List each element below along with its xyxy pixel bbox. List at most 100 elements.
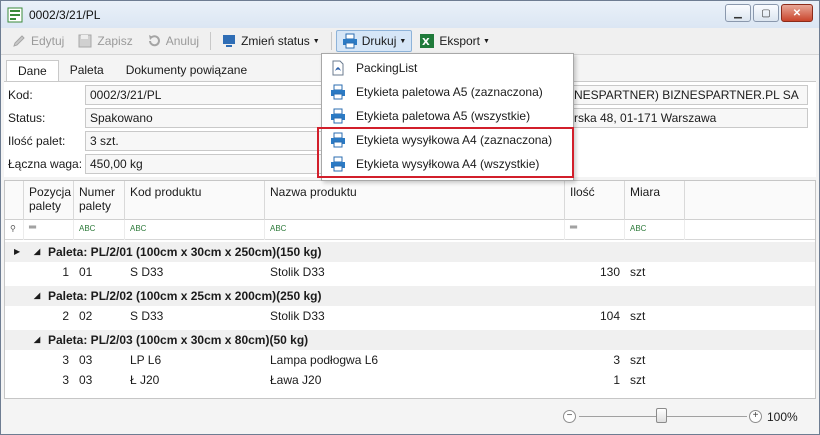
zoom-in-button[interactable]: + bbox=[749, 410, 762, 423]
zoom-slider-thumb[interactable] bbox=[656, 408, 667, 423]
highlight-box bbox=[317, 127, 574, 178]
code-row: Kod: bbox=[8, 85, 88, 105]
filter-product-code[interactable]: ABC bbox=[125, 220, 265, 240]
cell-product-name: Stolik D33 bbox=[270, 265, 325, 279]
export-label: Eksport bbox=[439, 34, 481, 48]
print-button[interactable]: Drukuj ▼ bbox=[335, 30, 413, 52]
filter-pallet-number[interactable]: ABC bbox=[74, 220, 125, 240]
weight-field[interactable]: 450,00 kg bbox=[85, 154, 325, 174]
cell-product-name: Ława J20 bbox=[270, 373, 322, 387]
change-status-label: Zmień status bbox=[241, 34, 310, 48]
cancel-button[interactable]: Anuluj bbox=[140, 30, 205, 52]
cell-product-code: S D33 bbox=[130, 265, 164, 279]
export-button[interactable]: X Eksport ▼ bbox=[413, 30, 496, 52]
filter-product-name[interactable]: ABC bbox=[265, 220, 565, 240]
change-status-button[interactable]: Zmień status ▼ bbox=[215, 30, 326, 52]
code-label: Kod: bbox=[8, 88, 33, 102]
menu-item-label: Etykieta paletowa A5 (zaznaczona) bbox=[356, 85, 543, 99]
printer-icon bbox=[342, 33, 358, 49]
maximize-button[interactable]: ▢ bbox=[753, 4, 779, 22]
cell-unit: szt bbox=[630, 373, 646, 387]
column-header-product-name[interactable]: Nazwa produktu bbox=[265, 181, 565, 220]
group-row[interactable]: ◢ Paleta: PL/2/03 (100cm x 30cm x 80cm)(… bbox=[5, 330, 815, 350]
menu-item-pallet-label-all[interactable]: Etykieta paletowa A5 (wszystkie) bbox=[322, 104, 573, 128]
cell-product-name: Stolik D33 bbox=[270, 309, 325, 323]
cell-pallet-number: 03 bbox=[79, 353, 93, 367]
cell-product-name: Lampa podłogwa L6 bbox=[270, 353, 379, 367]
status-label: Status: bbox=[8, 111, 46, 125]
column-header-quantity[interactable]: Ilość bbox=[565, 181, 625, 220]
cancel-label: Anuluj bbox=[165, 34, 200, 48]
edit-label: Edytuj bbox=[31, 34, 65, 48]
zoom-out-button[interactable]: − bbox=[563, 410, 576, 423]
table-row[interactable]: 3 03 Ł J20 Ława J20 1 szt bbox=[5, 370, 815, 390]
save-label: Zapisz bbox=[97, 34, 133, 48]
address-field[interactable]: rska 48, 01-171 Warszawa bbox=[569, 108, 808, 128]
status-bar: − + 100% bbox=[1, 402, 819, 434]
table-row[interactable]: 3 03 LP L6 Lampa podłogwa L6 3 szt bbox=[5, 350, 815, 370]
pallets-row: Ilość palet: bbox=[8, 131, 88, 151]
cell-quantity: 130 bbox=[599, 265, 620, 279]
edit-button[interactable]: Edytuj bbox=[5, 30, 70, 52]
printer-icon bbox=[330, 108, 346, 124]
tab-dane[interactable]: Dane bbox=[6, 60, 59, 82]
close-icon: ✕ bbox=[792, 7, 802, 19]
toolbar: Edytuj Zapisz Anuluj Zmień status ▼ Druk… bbox=[1, 28, 819, 55]
weight-row: Łączna waga: bbox=[8, 154, 88, 174]
menu-item-pallet-label-selected[interactable]: Etykieta paletowa A5 (zaznaczona) bbox=[322, 80, 573, 104]
cell-quantity: 1 bbox=[613, 373, 620, 387]
table-row[interactable]: 2 02 S D33 Stolik D33 104 szt bbox=[5, 306, 815, 326]
tab-bar: Dane Paleta Dokumenty powiązane bbox=[6, 60, 258, 82]
menu-item-label: PackingList bbox=[356, 61, 418, 75]
group-row[interactable]: ◢ Paleta: PL/2/02 (100cm x 25cm x 200cm)… bbox=[5, 286, 815, 306]
minimize-icon: ▁ bbox=[734, 7, 742, 19]
printer-icon bbox=[330, 84, 346, 100]
filter-unit[interactable]: ABC bbox=[625, 220, 685, 240]
cell-unit: szt bbox=[630, 353, 646, 367]
cell-pallet-number: 01 bbox=[79, 265, 93, 279]
excel-icon: X bbox=[419, 33, 435, 49]
title-bar: 0002/3/21/PL ▁ ▢ ✕ bbox=[1, 1, 819, 28]
filter-position[interactable]: ═ bbox=[24, 220, 74, 240]
column-header-pallet-number[interactable]: Numer palety bbox=[74, 181, 125, 220]
cell-product-code: LP L6 bbox=[130, 353, 162, 367]
chevron-down-icon: ▼ bbox=[483, 37, 490, 45]
cell-position: 3 bbox=[62, 373, 69, 387]
toolbar-separator bbox=[210, 32, 212, 50]
table-row[interactable]: 1 01 S D33 Stolik D33 130 szt bbox=[5, 262, 815, 282]
cell-unit: szt bbox=[630, 309, 646, 323]
pallets-field[interactable]: 3 szt. bbox=[85, 131, 325, 151]
weight-label: Łączna waga: bbox=[8, 157, 83, 171]
pencil-icon bbox=[11, 33, 27, 49]
cell-pallet-number: 03 bbox=[79, 373, 93, 387]
undo-icon bbox=[146, 33, 162, 49]
cell-product-code: Ł J20 bbox=[130, 373, 160, 387]
tab-dokumenty[interactable]: Dokumenty powiązane bbox=[115, 60, 258, 82]
status-icon bbox=[221, 33, 237, 49]
cell-position: 1 bbox=[62, 265, 69, 279]
filter-quantity[interactable]: ═ bbox=[565, 220, 625, 240]
menu-item-packinglist[interactable]: PackingList bbox=[322, 56, 573, 80]
cell-quantity: 104 bbox=[599, 309, 620, 323]
tab-paleta[interactable]: Paleta bbox=[59, 60, 115, 82]
group-label: Paleta: PL/2/03 (100cm x 30cm x 80cm)(50… bbox=[48, 333, 309, 347]
grid-header: Pozycja palety Numer palety Kod produktu… bbox=[5, 181, 815, 220]
menu-item-label: Etykieta paletowa A5 (wszystkie) bbox=[356, 109, 531, 123]
cell-pallet-number: 02 bbox=[79, 309, 93, 323]
column-header-position[interactable]: Pozycja palety bbox=[24, 181, 74, 220]
window-title: 0002/3/21/PL bbox=[29, 7, 101, 22]
code-field[interactable]: 0002/3/21/PL bbox=[85, 85, 325, 105]
close-button[interactable]: ✕ bbox=[781, 4, 813, 22]
cell-position: 3 bbox=[62, 353, 69, 367]
floppy-icon bbox=[77, 33, 93, 49]
column-header-product-code[interactable]: Kod produktu bbox=[125, 181, 265, 220]
status-field[interactable]: Spakowano bbox=[85, 108, 325, 128]
save-button[interactable]: Zapisz bbox=[71, 30, 138, 52]
items-grid: Pozycja palety Numer palety Kod produktu… bbox=[4, 180, 816, 399]
group-row[interactable]: ▶ ◢ Paleta: PL/2/01 (100cm x 30cm x 250c… bbox=[5, 242, 815, 262]
cell-quantity: 3 bbox=[613, 353, 620, 367]
partner-field[interactable]: NESPARTNER) BIZNESPARTNER.PL SA bbox=[569, 85, 808, 105]
column-header-unit[interactable]: Miara bbox=[625, 181, 685, 220]
minimize-button[interactable]: ▁ bbox=[725, 4, 751, 22]
cell-position: 2 bbox=[62, 309, 69, 323]
